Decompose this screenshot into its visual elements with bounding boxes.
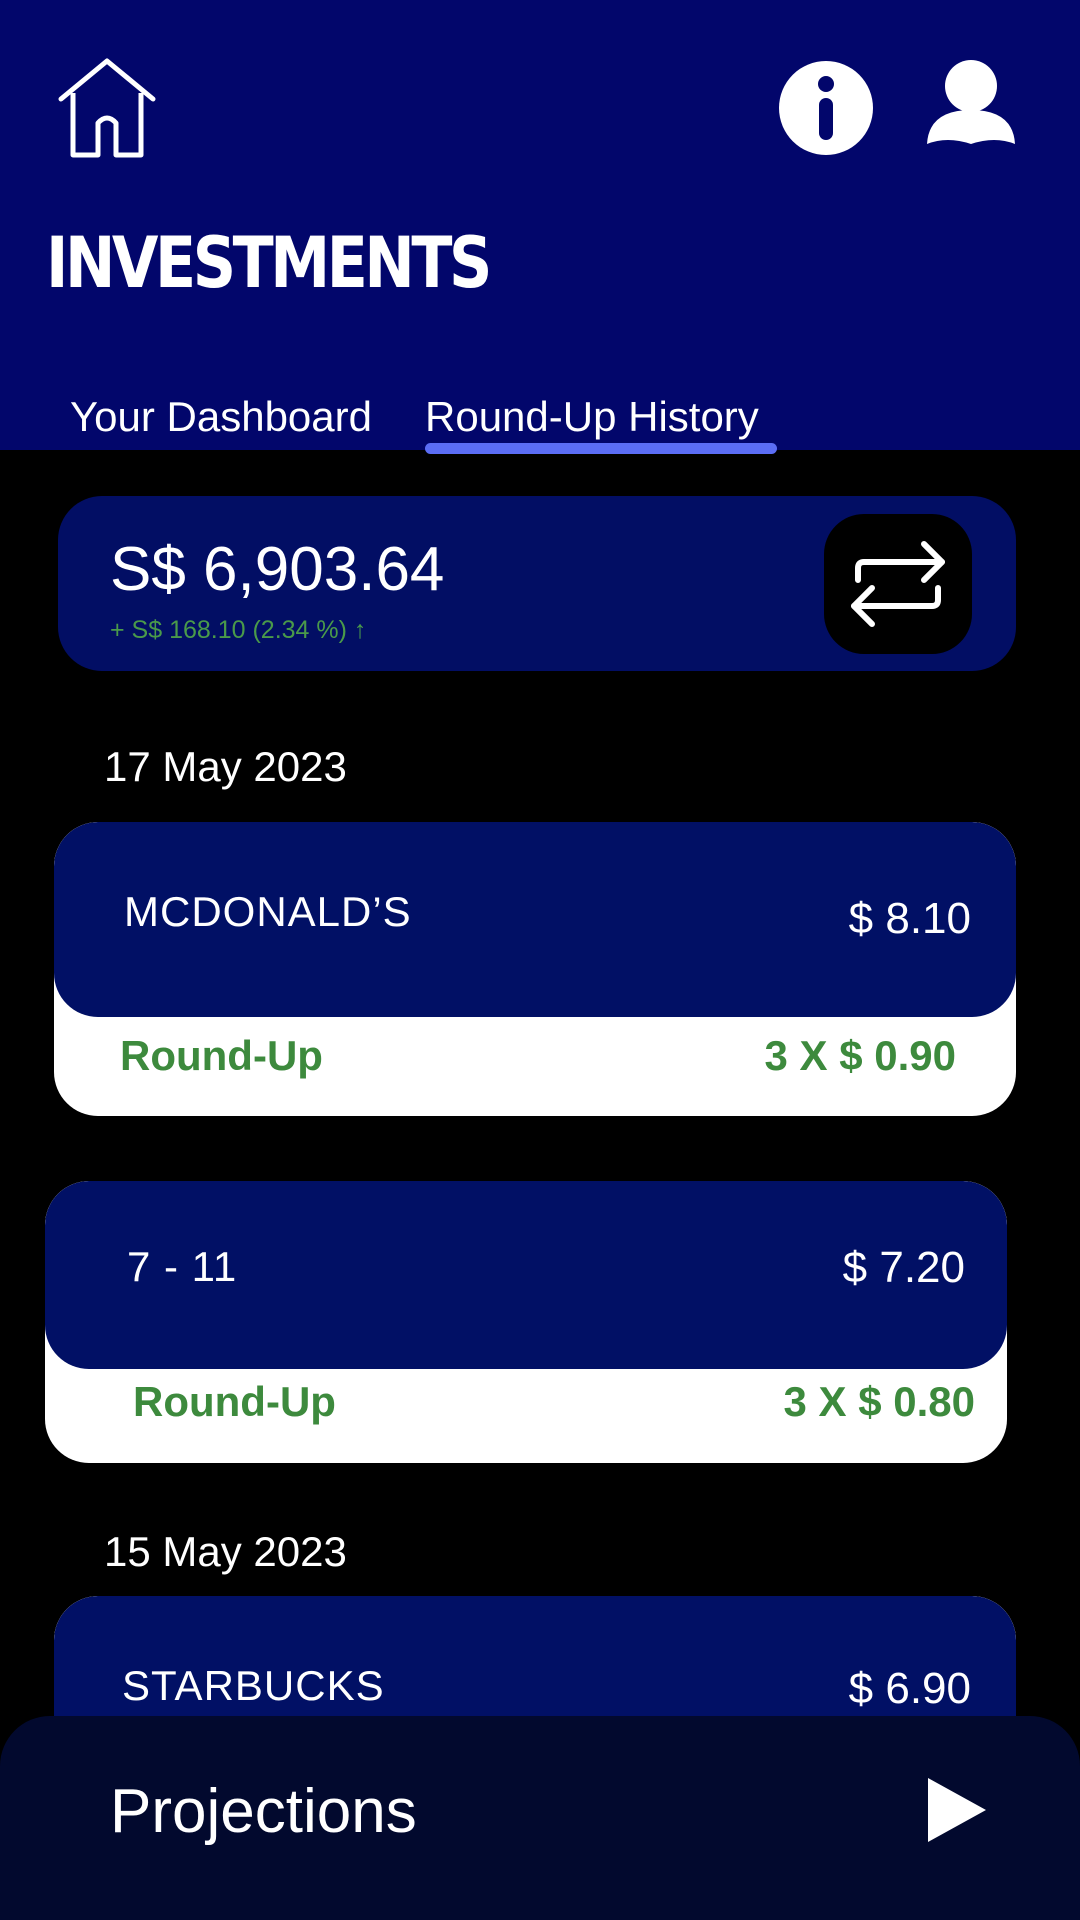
page-title: INVESTMENTS xyxy=(46,222,492,304)
tab-round-up-history[interactable]: Round-Up History xyxy=(425,393,759,441)
user-icon[interactable] xyxy=(925,58,1017,150)
roundup-label: Round-Up xyxy=(133,1378,336,1425)
roundup-label: Round-Up xyxy=(120,1032,323,1079)
merchant-name: STARBUCKS xyxy=(122,1662,385,1709)
transaction-card[interactable]: 7 - 11 $ 7.20 Round-Up 3 X $ 0.80 xyxy=(45,1181,1007,1463)
info-icon[interactable] xyxy=(778,60,874,156)
transaction-amount: $ 6.90 xyxy=(848,1664,971,1713)
transaction-amount: $ 8.10 xyxy=(848,894,971,943)
projections-button[interactable]: Projections xyxy=(0,1716,1080,1920)
transaction-card[interactable]: MCDONALD’S $ 8.10 Round-Up 3 X $ 0.90 xyxy=(54,822,1016,1116)
merchant-name: MCDONALD’S xyxy=(124,888,412,935)
active-tab-indicator xyxy=(425,443,777,454)
tab-your-dashboard[interactable]: Your Dashboard xyxy=(70,393,372,441)
roundup-value: 3 X $ 0.80 xyxy=(783,1378,975,1425)
projections-label: Projections xyxy=(110,1777,417,1846)
transaction-amount: $ 7.20 xyxy=(842,1243,965,1292)
swap-button[interactable] xyxy=(824,514,972,654)
swap-icon xyxy=(851,541,945,627)
balance-card: S$ 6,903.64 + S$ 168.10 (2.34 %) ↑ xyxy=(58,496,1016,671)
merchant-name: 7 - 11 xyxy=(127,1243,238,1290)
play-icon xyxy=(928,1778,986,1842)
date-heading: 15 May 2023 xyxy=(104,1528,347,1575)
roundup-value: 3 X $ 0.90 xyxy=(764,1032,956,1079)
transaction-header: MCDONALD’S $ 8.10 xyxy=(54,822,1016,1017)
date-heading: 17 May 2023 xyxy=(104,743,347,790)
home-icon[interactable] xyxy=(55,55,160,160)
app-header: INVESTMENTS Your Dashboard Round-Up Hist… xyxy=(0,0,1080,454)
balance-amount: S$ 6,903.64 xyxy=(110,535,445,604)
balance-change: + S$ 168.10 (2.34 %) ↑ xyxy=(110,616,367,644)
transaction-header: 7 - 11 $ 7.20 xyxy=(45,1181,1007,1369)
